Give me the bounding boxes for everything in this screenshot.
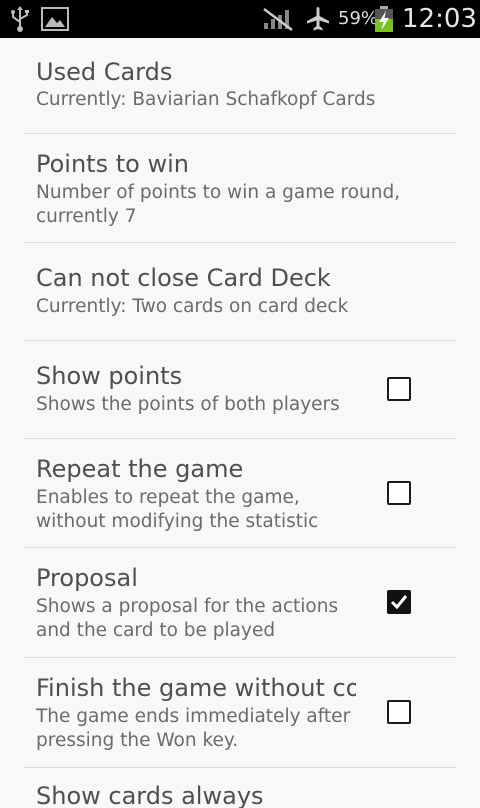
battery-charging-icon [373,0,395,38]
pref-summary: Number of points to win a game round, cu… [36,182,401,227]
pref-title: Show cards always [36,782,264,808]
pref-points-to-win[interactable]: Points to win Number of points to win a … [24,134,456,243]
pref-title: Proposal [36,564,138,592]
pref-summary: Currently: Baviarian Schafkopf Cards [36,89,376,110]
pref-show-cards-always[interactable]: Show cards always [24,768,456,808]
airplane-icon [303,0,333,38]
pref-title: Can not close Card Deck [36,264,331,292]
pref-close-card-deck[interactable]: Can not close Card Deck Currently: Two c… [24,243,456,341]
pref-title: Used Cards [36,58,173,86]
checkmark-icon [390,595,408,610]
pref-summary: Shows the points of both players [36,394,340,415]
pref-used-cards[interactable]: Used Cards Currently: Baviarian Schafkop… [24,38,456,134]
pref-proposal[interactable]: Proposal Shows a proposal for the action… [24,548,456,658]
battery-percent: 59% [338,8,379,29]
pref-repeat-game[interactable]: Repeat the game Enables to repeat the ga… [24,439,456,548]
pref-summary: Currently: Two cards on card deck [36,296,349,317]
clock: 12:03 [402,4,477,34]
pref-summary: The game ends immediately after pressing… [36,706,351,751]
finish-game-checkbox[interactable] [387,700,411,724]
pref-summary: Shows a proposal for the actions and the… [36,596,339,641]
pref-title: Repeat the game [36,455,244,483]
show-points-checkbox[interactable] [387,377,411,401]
usb-icon [6,0,34,38]
pref-summary: Enables to repeat the game, without modi… [36,487,319,532]
pref-title: Show points [36,362,183,390]
pref-title: Points to win [36,150,189,178]
no-signal-icon [262,0,294,38]
settings-list: Used Cards Currently: Baviarian Schafkop… [0,38,480,808]
pref-show-points[interactable]: Show points Shows the points of both pla… [24,341,456,439]
proposal-checkbox[interactable] [387,590,411,614]
pref-finish-game[interactable]: Finish the game without co The game ends… [24,658,456,768]
repeat-game-checkbox[interactable] [387,481,411,505]
status-bar: 59% 12:03 [0,0,480,38]
image-icon [40,0,70,38]
pref-title: Finish the game without co [36,674,356,702]
